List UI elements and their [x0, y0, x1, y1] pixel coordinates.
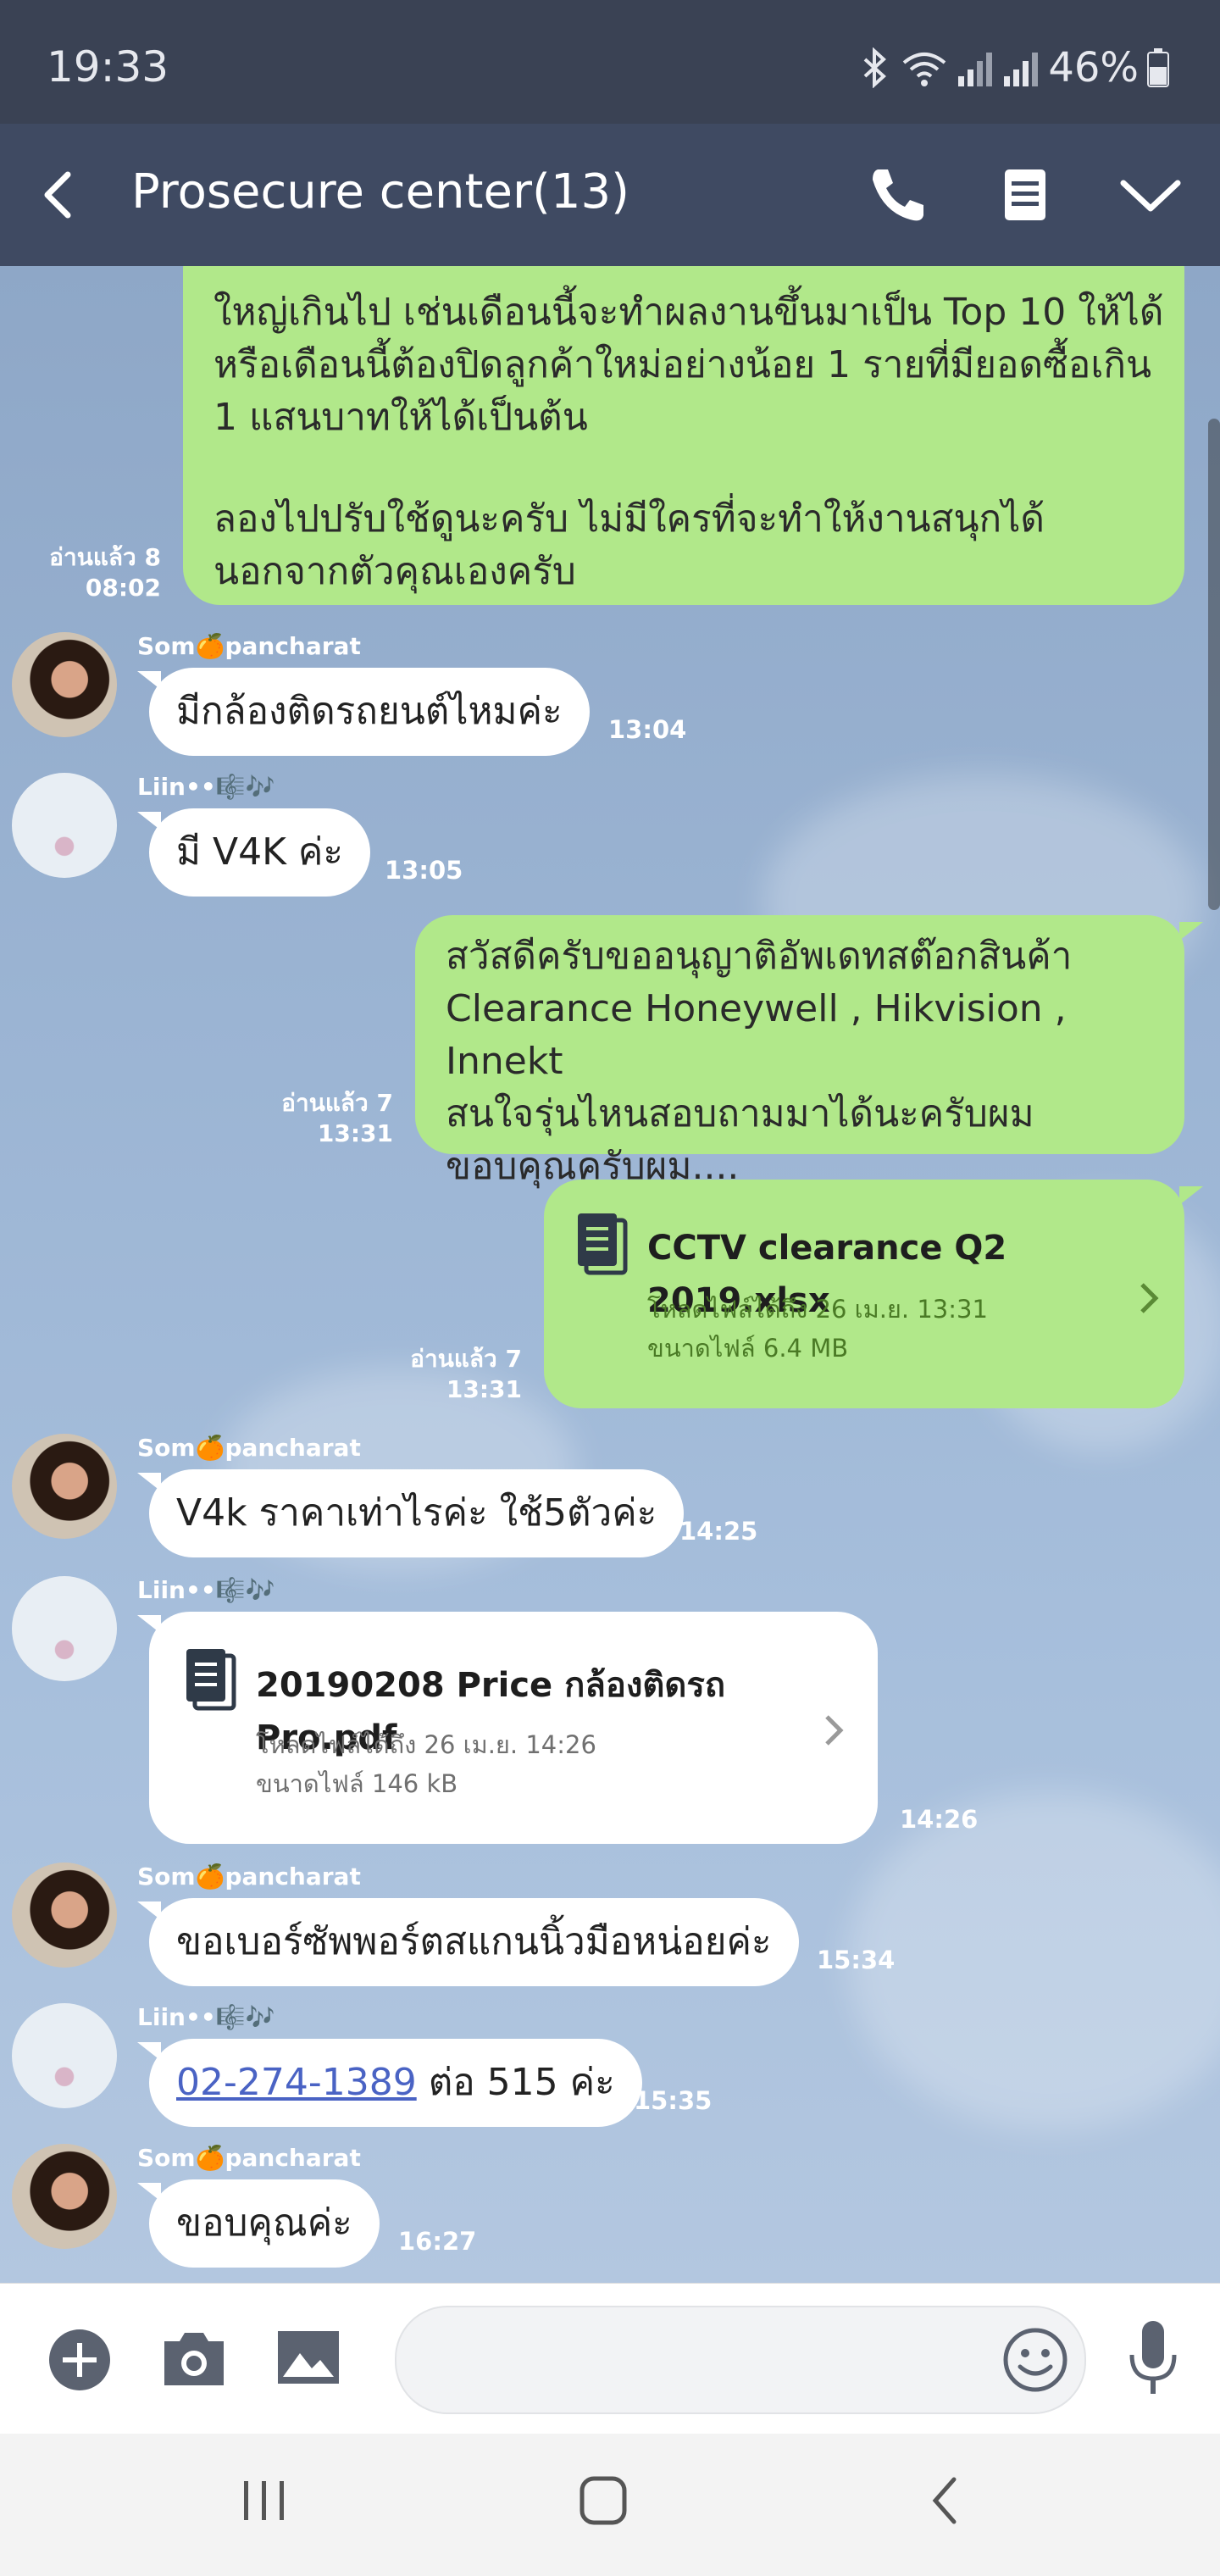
message-time: 15:35: [634, 2086, 713, 2115]
file-icon: [578, 1213, 628, 1275]
sender-name: Liin••🎼🎶: [137, 773, 275, 801]
emoji-icon[interactable]: [1001, 2326, 1069, 2394]
message-time: 16:27: [398, 2227, 477, 2256]
read-receipt: อ่านแล้ว 7 13:31: [410, 1344, 522, 1405]
read-count: อ่านแล้ว 7: [410, 1345, 522, 1373]
image-icon[interactable]: [276, 2329, 341, 2385]
message-text: ขอเบอร์ซัพพอร์ตสแกนนิ้วมือหน่อยค่ะ: [176, 1920, 772, 1963]
message-text: มีกล้องติดรถยนต์ไหมค่ะ: [176, 690, 563, 733]
chevron-right-icon[interactable]: [822, 1712, 846, 1749]
avatar[interactable]: [12, 2144, 117, 2249]
recent-apps-icon[interactable]: [239, 2474, 290, 2525]
avatar[interactable]: [12, 632, 117, 737]
sender-name: Liin••🎼🎶: [137, 2003, 275, 2031]
incoming-message[interactable]: ขอเบอร์ซัพพอร์ตสแกนนิ้วมือหน่อยค่ะ: [149, 1898, 799, 1986]
avatar[interactable]: [12, 773, 117, 878]
bluetooth-icon: [863, 47, 887, 88]
sender-name: Som🍊pancharat: [137, 632, 361, 660]
microphone-icon[interactable]: [1127, 2318, 1179, 2399]
notes-icon[interactable]: [990, 159, 1061, 230]
message-text: V4k ราคาเท่าไรค่ะ ใช้5ตัวค่ะ: [176, 1491, 657, 1535]
phone-link[interactable]: 02-274-1389: [176, 2057, 417, 2109]
sender-name: Som🍊pancharat: [137, 1863, 361, 1890]
status-bar: 19:33 46%: [0, 0, 1220, 124]
home-icon[interactable]: [578, 2474, 629, 2527]
status-icons: 46%: [858, 44, 1169, 92]
navigation-bar: [0, 2434, 1220, 2576]
avatar[interactable]: [12, 1434, 117, 1539]
input-bar: [0, 2283, 1220, 2434]
phone-icon[interactable]: [862, 159, 934, 230]
avatar[interactable]: [12, 1863, 117, 1968]
message-input[interactable]: [395, 2306, 1086, 2414]
outgoing-message[interactable]: ใหญ่เกินไป เช่นเดือนนี้จะทำผลงานขึ้นมาเป…: [183, 266, 1184, 605]
message-time: 13:31: [446, 1375, 522, 1403]
read-receipt: อ่านแล้ว 7 13:31: [281, 1088, 393, 1149]
read-receipt: อ่านแล้ว 8 08:02: [49, 542, 161, 603]
message-text: ขอบคุณค่ะ: [176, 2201, 352, 2245]
avatar[interactable]: [12, 2003, 117, 2108]
message-time: 13:31: [317, 1119, 393, 1147]
incoming-message[interactable]: 02-274-1389 ต่อ 515 ค่ะ: [149, 2039, 642, 2127]
scrollbar[interactable]: [1208, 419, 1220, 910]
incoming-message[interactable]: ขอบคุณค่ะ: [149, 2179, 380, 2268]
message-time: 08:02: [85, 574, 161, 602]
sender-name: Som🍊pancharat: [137, 1434, 361, 1462]
message-text: ต่อ 515 ค่ะ: [416, 2061, 615, 2104]
message-line: สนใจรุ่นไหนสอบถามมาได้นะครับผม: [446, 1092, 1034, 1135]
file-size: ขนาดไฟล์ 146 kB: [256, 1769, 458, 1798]
camera-icon[interactable]: [161, 2328, 227, 2389]
message-line: นอกจากตัวคุณเองครับ: [214, 550, 576, 593]
back-nav-icon[interactable]: [925, 2474, 966, 2527]
message-time: 14:25: [679, 1517, 758, 1546]
battery-icon: [1147, 48, 1169, 87]
message-text: มี V4K ค่ะ: [176, 830, 343, 874]
file-size: ขนาดไฟล์ 6.4 MB: [647, 1334, 849, 1363]
file-icon: [186, 1649, 236, 1711]
battery-percent: 46%: [1048, 44, 1139, 92]
incoming-file-message[interactable]: 20190208 Price กล้องติดรถ Pro.pdf โหลดไฟ…: [149, 1612, 878, 1844]
file-download-info: โหลดไฟล์ได้ถึง 26 เม.ย. 14:26: [256, 1730, 596, 1759]
file-download-info: โหลดไฟล์ได้ถึง 26 เม.ย. 13:31: [647, 1295, 988, 1324]
message-line: ใหญ่เกินไป เช่นเดือนนี้จะทำผลงานขึ้นมาเป…: [214, 291, 1164, 334]
avatar[interactable]: [12, 1576, 117, 1681]
message-time: 13:04: [608, 715, 687, 744]
signal-2-icon: [1004, 53, 1039, 86]
signal-1-icon: [958, 53, 993, 86]
sender-name: Liin••🎼🎶: [137, 1576, 275, 1604]
message-time: 15:34: [817, 1946, 896, 1974]
message-time: 14:26: [900, 1805, 979, 1834]
message-line: Clearance Honeywell , Hikvision , Innekt: [446, 987, 1067, 1083]
status-time: 19:33: [47, 42, 169, 92]
wifi-icon: [903, 53, 946, 86]
plus-icon[interactable]: [47, 2328, 112, 2392]
chevron-down-icon[interactable]: [1115, 159, 1186, 230]
message-time: 13:05: [385, 856, 463, 885]
incoming-message[interactable]: V4k ราคาเท่าไรค่ะ ใช้5ตัวค่ะ: [149, 1469, 685, 1557]
back-icon[interactable]: [24, 159, 95, 230]
outgoing-message[interactable]: สวัสดีครับขออนุญาติอัพเดทสต๊อกสินค้า Cle…: [415, 915, 1184, 1188]
message-line: 1 แสนบาทให้ได้เป็นต้น: [214, 396, 588, 439]
message-line: ลองไปปรับใช้ดูนะครับ ไม่มีใครที่จะทำให้ง…: [214, 497, 1045, 541]
message-line: หรือเดือนนี้ต้องปิดลูกค้าใหม่อย่างน้อย 1…: [214, 343, 1152, 386]
outgoing-file-message[interactable]: CCTV clearance Q2 2019.xlsx โหลดไฟล์ได้ถ…: [544, 1180, 1184, 1408]
incoming-message[interactable]: มี V4K ค่ะ: [149, 808, 370, 897]
read-count: อ่านแล้ว 7: [281, 1089, 393, 1117]
chevron-right-icon[interactable]: [1137, 1280, 1161, 1317]
chat-title[interactable]: Prosecure center(13): [131, 164, 629, 219]
message-line: สวัสดีครับขออนุญาติอัพเดทสต๊อกสินค้า: [446, 935, 1073, 978]
chat-area[interactable]: ใหญ่เกินไป เช่นเดือนนี้จะทำผลงานขึ้นมาเป…: [0, 266, 1220, 2283]
chat-header: Prosecure center(13): [0, 124, 1220, 266]
incoming-message[interactable]: มีกล้องติดรถยนต์ไหมค่ะ: [149, 668, 590, 756]
read-count: อ่านแล้ว 8: [49, 543, 161, 571]
sender-name: Som🍊pancharat: [137, 2144, 361, 2172]
